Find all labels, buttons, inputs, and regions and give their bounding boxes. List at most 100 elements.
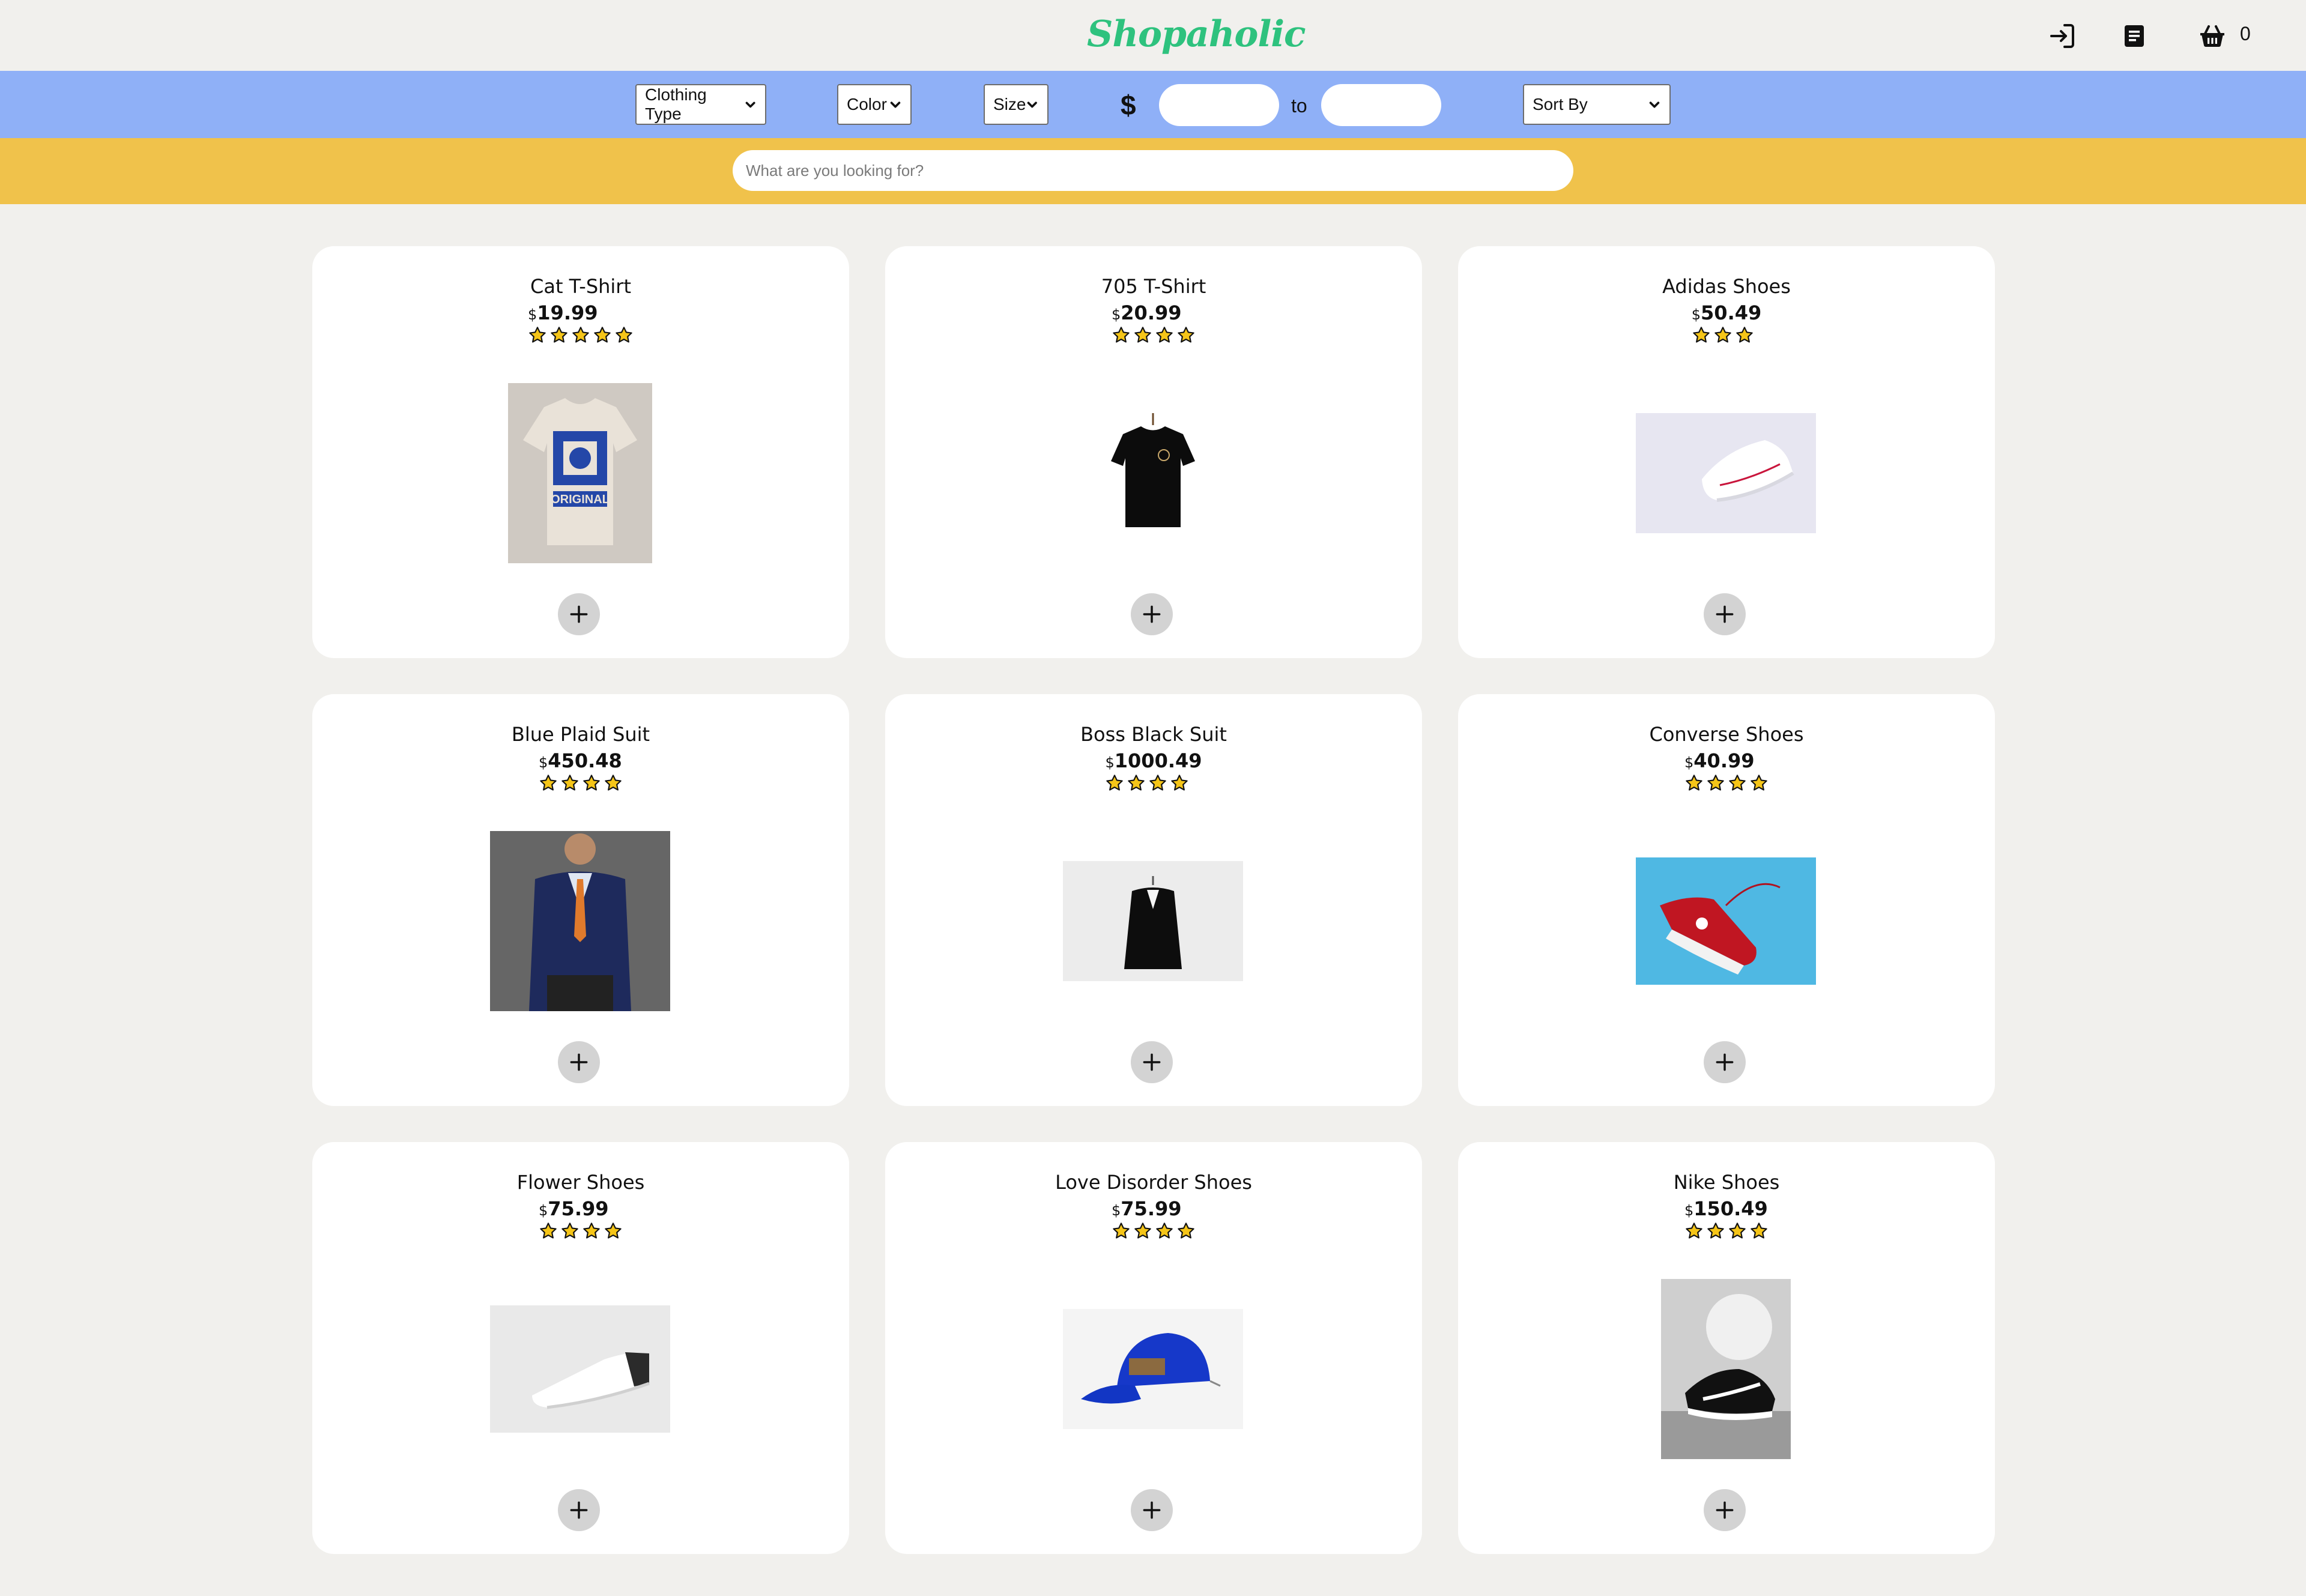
add-to-cart-button[interactable] [558, 1041, 600, 1083]
price-value: 75.99 [548, 1197, 609, 1220]
star-icon [1729, 1223, 1746, 1239]
product-info: $75.99 [312, 1197, 849, 1241]
star-rating [1684, 1221, 1769, 1241]
product-info: $1000.49 [885, 749, 1422, 793]
product-name[interactable]: Adidas Shoes [1458, 275, 1995, 298]
plus-icon [570, 1053, 588, 1071]
product-name[interactable]: Nike Shoes [1458, 1171, 1995, 1194]
plus-icon [1716, 1501, 1734, 1519]
product-name[interactable]: Converse Shoes [1458, 723, 1995, 746]
currency-symbol: $ [1684, 754, 1694, 771]
plus-icon [570, 605, 588, 623]
add-to-cart-button[interactable] [1704, 593, 1746, 635]
star-icon [1686, 775, 1702, 791]
min-price-input[interactable] [1159, 84, 1279, 126]
star-icon [1156, 327, 1173, 343]
product-info: $50.49 [1458, 301, 1995, 345]
currency-symbol: $ [539, 1202, 548, 1219]
chevron-down-icon [1027, 101, 1038, 108]
cat-tshirt-image[interactable]: ORIGINAL [508, 383, 652, 563]
star-icon [1751, 1223, 1767, 1239]
adidas-shoes-image[interactable] [1636, 413, 1816, 533]
star-rating [1105, 773, 1202, 793]
blue-suit-image[interactable] [490, 831, 670, 1011]
converse-shoes-image[interactable] [1636, 857, 1816, 985]
add-to-cart-button[interactable] [558, 1489, 600, 1531]
product-price: $20.99 [1112, 301, 1196, 324]
basket-icon[interactable] [2198, 22, 2227, 50]
blue-cap-image[interactable] [1063, 1309, 1243, 1429]
plus-icon [1716, 605, 1734, 623]
login-icon[interactable] [2048, 22, 2077, 50]
shopaholic-logo[interactable]: Shopaholic [1087, 13, 1306, 61]
star-icon [1736, 327, 1753, 343]
clothing-type-select[interactable]: Clothing Type [635, 84, 766, 125]
add-to-cart-button[interactable] [1704, 1489, 1746, 1531]
search-input[interactable] [733, 150, 1573, 191]
product-card[interactable]: Blue Plaid Suit $450.48 [312, 694, 849, 1106]
add-to-cart-button[interactable] [1704, 1041, 1746, 1083]
nike-shoes-image[interactable] [1661, 1279, 1791, 1459]
product-card[interactable]: Adidas Shoes $50.49 [1458, 246, 1995, 658]
currency-symbol: $ [1105, 754, 1115, 771]
product-card[interactable]: Nike Shoes $150.49 [1458, 1142, 1995, 1554]
flower-shoes-image[interactable] [490, 1305, 670, 1433]
currency-symbol: $ [1112, 306, 1121, 323]
star-rating [539, 773, 623, 793]
price-value: 75.99 [1121, 1197, 1182, 1220]
product-info: $75.99 [885, 1197, 1422, 1241]
sort-by-select[interactable]: Sort By [1523, 84, 1671, 125]
star-icon [1693, 327, 1710, 343]
currency-symbol: $ [1112, 1202, 1121, 1219]
star-icon [1113, 1223, 1130, 1239]
product-card[interactable]: 705 T-Shirt $20.99 [885, 246, 1422, 658]
star-icon [1707, 775, 1724, 791]
star-icon [1729, 775, 1746, 791]
product-name[interactable]: 705 T-Shirt [885, 275, 1422, 298]
size-select[interactable]: Size [984, 84, 1049, 125]
product-card[interactable]: Cat T-Shirt $19.99 ORIGINAL [312, 246, 849, 658]
product-info: $150.49 [1458, 1197, 1995, 1241]
star-icon [1686, 1223, 1702, 1239]
star-icon [1128, 775, 1145, 791]
plus-icon [1143, 605, 1161, 623]
star-icon [616, 327, 632, 343]
product-name[interactable]: Blue Plaid Suit [312, 723, 849, 746]
plus-icon [1143, 1053, 1161, 1071]
add-to-cart-button[interactable] [1131, 1489, 1173, 1531]
add-to-cart-button[interactable] [1131, 1041, 1173, 1083]
max-price-input[interactable] [1321, 84, 1441, 126]
sort-by-label: Sort By [1533, 95, 1588, 113]
star-icon [551, 327, 567, 343]
receipt-icon[interactable] [2120, 22, 2149, 50]
product-card[interactable]: Boss Black Suit $1000.49 [885, 694, 1422, 1106]
star-icon [605, 775, 622, 791]
star-rating [539, 1221, 623, 1241]
star-icon [1156, 1223, 1173, 1239]
product-card[interactable]: Love Disorder Shoes $75.99 [885, 1142, 1422, 1554]
product-info: $450.48 [312, 749, 849, 793]
currency-symbol: $ [1684, 1202, 1694, 1219]
plus-icon [1143, 1501, 1161, 1519]
price-value: 150.49 [1693, 1197, 1768, 1220]
product-name[interactable]: Boss Black Suit [885, 723, 1422, 746]
product-card[interactable]: Converse Shoes $40.99 [1458, 694, 1995, 1106]
svg-text:ORIGINAL: ORIGINAL [551, 493, 610, 506]
price-value: 1000.49 [1114, 749, 1202, 772]
product-info: $20.99 [885, 301, 1422, 345]
add-to-cart-button[interactable] [558, 593, 600, 635]
filter-bar: Clothing Type Color Size $ to Sort By [0, 71, 2306, 138]
product-card[interactable]: Flower Shoes $75.99 [312, 1142, 849, 1554]
product-name[interactable]: Cat T-Shirt [312, 275, 849, 298]
product-name[interactable]: Love Disorder Shoes [885, 1171, 1422, 1194]
color-label: Color [847, 95, 887, 113]
color-select[interactable]: Color [837, 84, 912, 125]
star-icon [1707, 1223, 1724, 1239]
star-icon [1134, 1223, 1151, 1239]
product-name[interactable]: Flower Shoes [312, 1171, 849, 1194]
add-to-cart-button[interactable] [1131, 593, 1173, 635]
star-icon [583, 1223, 600, 1239]
black-suit-image[interactable] [1063, 861, 1243, 981]
black-tshirt-image[interactable] [1081, 401, 1225, 545]
star-icon [1149, 775, 1167, 791]
